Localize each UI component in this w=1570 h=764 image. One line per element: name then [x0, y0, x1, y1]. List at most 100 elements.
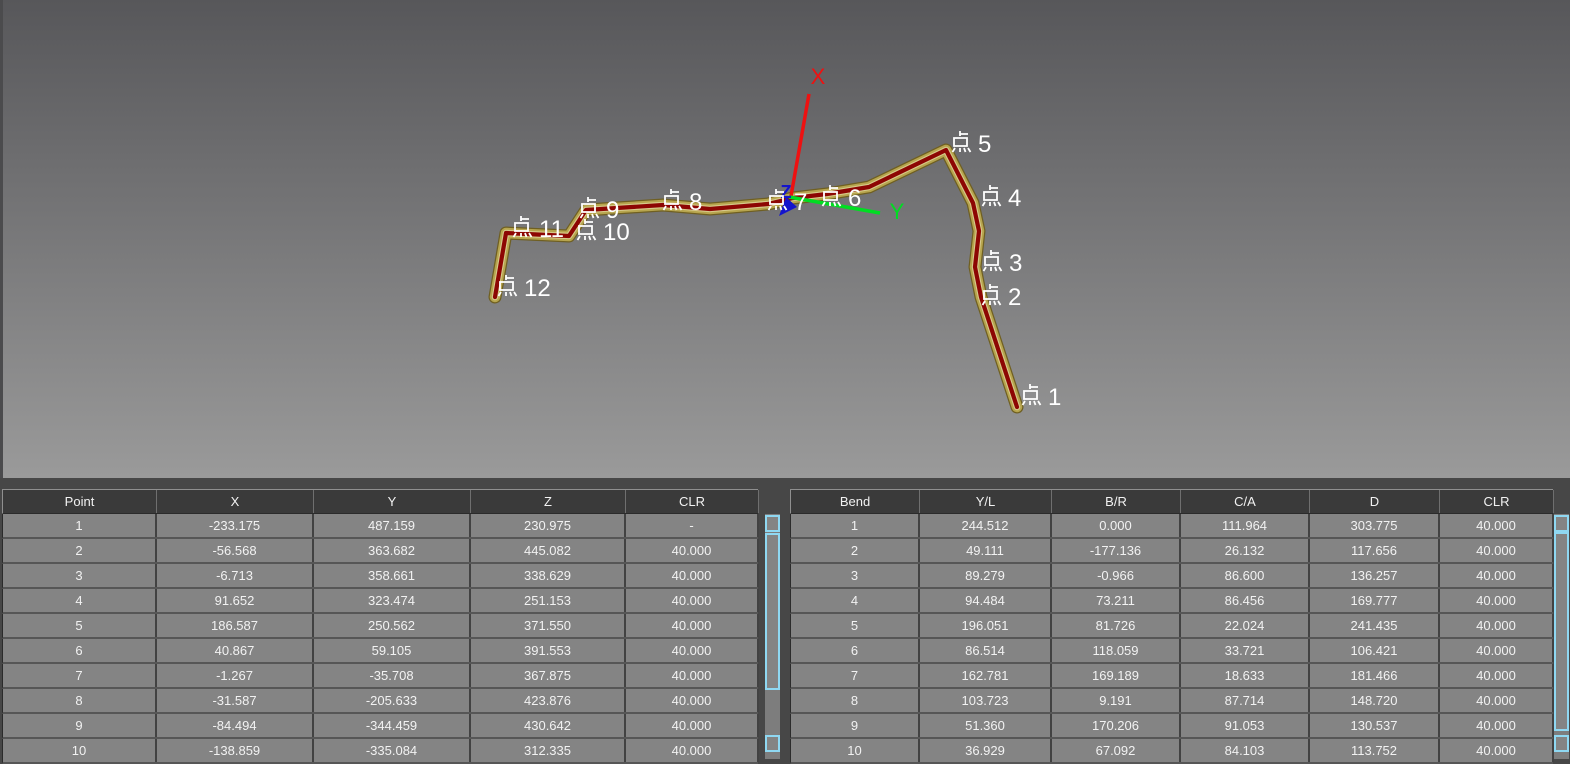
- table-cell[interactable]: 18.633: [1181, 664, 1310, 687]
- table-cell[interactable]: 9.191: [1052, 689, 1181, 712]
- table-cell[interactable]: 49.111: [920, 539, 1052, 562]
- table-cell[interactable]: 338.629: [471, 564, 626, 587]
- table-cell[interactable]: 106.421: [1310, 639, 1440, 662]
- table-cell[interactable]: 40.000: [1440, 614, 1554, 637]
- table-row[interactable]: 5186.587250.562371.55040.000: [2, 614, 758, 639]
- table-cell[interactable]: 241.435: [1310, 614, 1440, 637]
- table-cell[interactable]: 51.360: [920, 714, 1052, 737]
- table-cell[interactable]: 22.024: [1181, 614, 1310, 637]
- table-cell[interactable]: 40.000: [1440, 589, 1554, 612]
- table-cell[interactable]: 40.000: [626, 714, 759, 737]
- table-cell[interactable]: -0.966: [1052, 564, 1181, 587]
- table-cell[interactable]: 33.721: [1181, 639, 1310, 662]
- table-cell[interactable]: -56.568: [157, 539, 314, 562]
- table-row[interactable]: 10-138.859-335.084312.33540.000: [2, 739, 758, 764]
- table-cell[interactable]: 40.000: [1440, 639, 1554, 662]
- table-row[interactable]: 8-31.587-205.633423.87640.000: [2, 689, 758, 714]
- table-cell[interactable]: 40.000: [626, 664, 759, 687]
- table-row[interactable]: 389.279-0.96686.600136.25740.000: [790, 564, 1553, 589]
- table-cell[interactable]: 40.000: [626, 564, 759, 587]
- table-cell[interactable]: 8: [791, 689, 920, 712]
- scroll-down-button[interactable]: [1554, 735, 1569, 752]
- table-cell[interactable]: 118.059: [1052, 639, 1181, 662]
- table-cell[interactable]: 103.723: [920, 689, 1052, 712]
- table-cell[interactable]: 111.964: [1181, 514, 1310, 537]
- table-cell[interactable]: 6: [791, 639, 920, 662]
- table-cell[interactable]: 117.656: [1310, 539, 1440, 562]
- table-cell[interactable]: 181.466: [1310, 664, 1440, 687]
- table-row[interactable]: 7162.781169.18918.633181.46640.000: [790, 664, 1553, 689]
- table-cell[interactable]: 367.875: [471, 664, 626, 687]
- table-cell[interactable]: 73.211: [1052, 589, 1181, 612]
- scroll-down-button[interactable]: [765, 735, 780, 752]
- table-cell[interactable]: 371.550: [471, 614, 626, 637]
- table-row[interactable]: 8103.7239.19187.714148.72040.000: [790, 689, 1553, 714]
- table-cell[interactable]: 8: [3, 689, 157, 712]
- table-cell[interactable]: 86.514: [920, 639, 1052, 662]
- table-cell[interactable]: 59.105: [314, 639, 471, 662]
- table-row[interactable]: 1244.5120.000111.964303.77540.000: [790, 514, 1553, 539]
- table-row[interactable]: 951.360170.20691.053130.53740.000: [790, 714, 1553, 739]
- table-cell[interactable]: -35.708: [314, 664, 471, 687]
- table-cell[interactable]: 169.189: [1052, 664, 1181, 687]
- table-cell[interactable]: 323.474: [314, 589, 471, 612]
- table-cell[interactable]: 87.714: [1181, 689, 1310, 712]
- table-cell[interactable]: 91.652: [157, 589, 314, 612]
- table-row[interactable]: 686.514118.05933.721106.42140.000: [790, 639, 1553, 664]
- table-row[interactable]: 491.652323.474251.15340.000: [2, 589, 758, 614]
- table-cell[interactable]: 3: [3, 564, 157, 587]
- table-row[interactable]: 640.86759.105391.55340.000: [2, 639, 758, 664]
- table-row[interactable]: 5196.05181.72622.024241.43540.000: [790, 614, 1553, 639]
- scrollbar-thumb[interactable]: [765, 533, 780, 690]
- scrollbar-thumb[interactable]: [1554, 532, 1569, 731]
- table-cell[interactable]: 81.726: [1052, 614, 1181, 637]
- table-cell[interactable]: 186.587: [157, 614, 314, 637]
- table-cell[interactable]: 89.279: [920, 564, 1052, 587]
- table-cell[interactable]: 2: [3, 539, 157, 562]
- table-cell[interactable]: 196.051: [920, 614, 1052, 637]
- table-cell[interactable]: 487.159: [314, 514, 471, 537]
- table-cell[interactable]: 1: [3, 514, 157, 537]
- table-cell[interactable]: 91.053: [1181, 714, 1310, 737]
- scroll-up-button[interactable]: [1554, 515, 1569, 532]
- 3d-viewport[interactable]: X Y Z 123456789101112: [0, 0, 1570, 478]
- table-cell[interactable]: 0.000: [1052, 514, 1181, 537]
- scroll-up-button[interactable]: [765, 515, 780, 532]
- table-cell[interactable]: 40.000: [1440, 689, 1554, 712]
- table-row[interactable]: 1036.92967.09284.103113.75240.000: [790, 739, 1553, 764]
- table-cell[interactable]: 40.000: [626, 539, 759, 562]
- table-cell[interactable]: 4: [791, 589, 920, 612]
- table-cell[interactable]: 230.975: [471, 514, 626, 537]
- table-cell[interactable]: 244.512: [920, 514, 1052, 537]
- table-cell[interactable]: 94.484: [920, 589, 1052, 612]
- table-row[interactable]: 7-1.267-35.708367.87540.000: [2, 664, 758, 689]
- table-cell[interactable]: 5: [791, 614, 920, 637]
- table-cell[interactable]: 4: [3, 589, 157, 612]
- table-cell[interactable]: 40.000: [1440, 564, 1554, 587]
- table-cell[interactable]: -: [626, 514, 759, 537]
- table-cell[interactable]: -84.494: [157, 714, 314, 737]
- table-cell[interactable]: 7: [791, 664, 920, 687]
- table-cell[interactable]: 6: [3, 639, 157, 662]
- table-cell[interactable]: 136.257: [1310, 564, 1440, 587]
- table-cell[interactable]: 40.867: [157, 639, 314, 662]
- table-row[interactable]: 9-84.494-344.459430.64240.000: [2, 714, 758, 739]
- table-cell[interactable]: 1: [791, 514, 920, 537]
- table-row[interactable]: 2-56.568363.682445.08240.000: [2, 539, 758, 564]
- table-cell[interactable]: -344.459: [314, 714, 471, 737]
- table-cell[interactable]: 40.000: [1440, 514, 1554, 537]
- table-cell[interactable]: 40.000: [1440, 539, 1554, 562]
- table-cell[interactable]: 86.456: [1181, 589, 1310, 612]
- table-row[interactable]: 494.48473.21186.456169.77740.000: [790, 589, 1553, 614]
- table-cell[interactable]: -1.267: [157, 664, 314, 687]
- table-cell[interactable]: 40.000: [626, 689, 759, 712]
- table-cell[interactable]: -6.713: [157, 564, 314, 587]
- table-cell[interactable]: 9: [3, 714, 157, 737]
- table-cell[interactable]: 7: [3, 664, 157, 687]
- table-cell[interactable]: -205.633: [314, 689, 471, 712]
- table-cell[interactable]: 169.777: [1310, 589, 1440, 612]
- table-cell[interactable]: 86.600: [1181, 564, 1310, 587]
- table-cell[interactable]: -177.136: [1052, 539, 1181, 562]
- table-cell[interactable]: 303.775: [1310, 514, 1440, 537]
- table-cell[interactable]: 130.537: [1310, 714, 1440, 737]
